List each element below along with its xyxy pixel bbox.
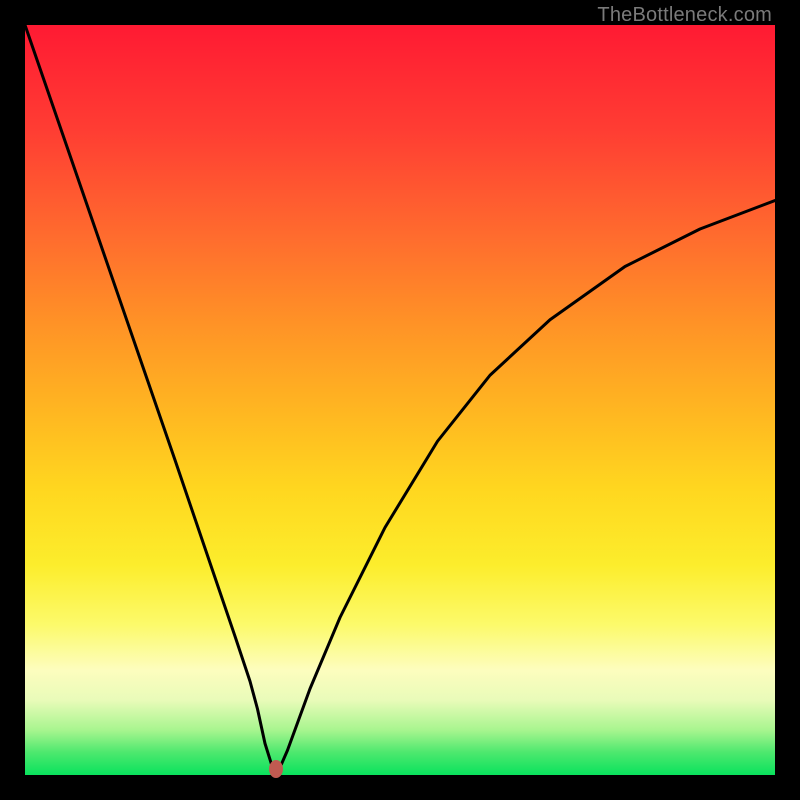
curve-line	[25, 25, 775, 768]
bottleneck-curve-plot	[25, 25, 775, 775]
watermark-text: TheBottleneck.com	[597, 4, 772, 27]
chart-frame	[25, 25, 775, 775]
minimum-marker	[269, 760, 283, 778]
